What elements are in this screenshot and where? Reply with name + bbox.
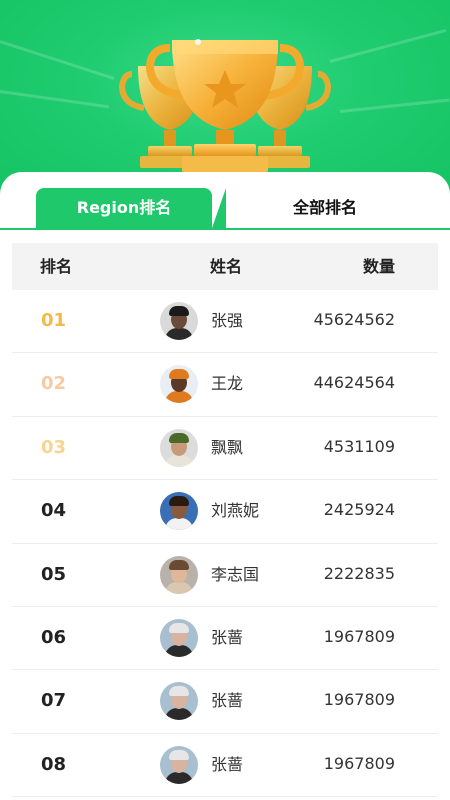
light-ray bbox=[339, 98, 450, 113]
ranking-list: 01 张强 45624562 02 王龙 44624564 03 飘飘 4531… bbox=[12, 290, 438, 798]
avatar-hair bbox=[169, 496, 189, 507]
avatar-hair bbox=[169, 622, 189, 633]
tab-all-ranking[interactable]: 全部排名 bbox=[230, 188, 420, 228]
rank-number: 05 bbox=[41, 563, 67, 585]
column-header-name: 姓名 bbox=[210, 257, 243, 276]
rank-number: 06 bbox=[41, 626, 67, 648]
user-name: 张蔷 bbox=[211, 754, 244, 774]
avatar bbox=[160, 492, 198, 531]
avatar-body bbox=[165, 644, 193, 657]
column-header-count: 数量 bbox=[362, 257, 395, 276]
avatar-hair bbox=[169, 559, 189, 570]
user-name: 张强 bbox=[211, 311, 244, 330]
avatar-body bbox=[165, 518, 193, 531]
avatar bbox=[160, 618, 198, 657]
table-row[interactable]: 01 张强 45624562 bbox=[12, 290, 438, 354]
user-name: 王龙 bbox=[211, 374, 244, 394]
user-name: 张蔷 bbox=[211, 691, 244, 711]
user-name: 刘燕妮 bbox=[211, 501, 260, 521]
avatar bbox=[160, 302, 198, 340]
avatar bbox=[160, 555, 198, 594]
table-header: 排名 姓名 数量 bbox=[12, 243, 438, 290]
avatar bbox=[160, 745, 198, 784]
rank-number: 01 bbox=[41, 310, 67, 331]
user-count: 4531109 bbox=[323, 436, 395, 456]
rank-number: 04 bbox=[41, 500, 67, 522]
tab-region-ranking[interactable]: Region排名 bbox=[36, 188, 226, 228]
light-ray bbox=[0, 40, 115, 81]
table-row[interactable]: 08 张蔷 1967809 bbox=[12, 734, 438, 798]
user-count: 2425924 bbox=[323, 500, 395, 520]
user-name: 飘飘 bbox=[211, 437, 244, 457]
user-name: 李志国 bbox=[211, 564, 260, 584]
rank-number: 07 bbox=[41, 690, 67, 712]
avatar-body bbox=[165, 391, 193, 404]
light-ray bbox=[0, 90, 110, 109]
hero-banner bbox=[0, 0, 450, 200]
table-row[interactable]: 06 张蔷 1967809 bbox=[12, 607, 438, 671]
user-count: 1967809 bbox=[323, 626, 395, 646]
avatar-hair bbox=[169, 369, 189, 380]
avatar-body bbox=[165, 328, 193, 340]
user-count: 45624562 bbox=[313, 310, 395, 329]
user-count: 2222835 bbox=[323, 563, 395, 583]
avatar-hair bbox=[169, 306, 189, 316]
user-name: 张蔷 bbox=[211, 627, 244, 647]
user-count: 1967809 bbox=[323, 690, 395, 710]
avatar-body bbox=[165, 454, 193, 467]
table-row[interactable]: 03 飘飘 4531109 bbox=[12, 417, 438, 481]
column-header-rank: 排名 bbox=[40, 257, 73, 276]
avatar bbox=[160, 428, 198, 467]
avatar-hair bbox=[169, 686, 189, 697]
rank-number: 08 bbox=[41, 753, 67, 775]
avatar-body bbox=[165, 581, 193, 594]
avatar-hair bbox=[169, 432, 189, 443]
leaderboard-page: Region排名 全部排名 排名 姓名 数量 01 张强 45624562 02 bbox=[0, 0, 450, 800]
rank-number: 02 bbox=[41, 373, 67, 395]
table-row[interactable]: 07 张蔷 1967809 bbox=[12, 670, 438, 734]
avatar-body bbox=[165, 771, 193, 784]
table-row[interactable]: 05 李志国 2222835 bbox=[12, 544, 438, 607]
avatar-hair bbox=[169, 749, 189, 760]
light-ray bbox=[329, 28, 447, 63]
table-row[interactable]: 04 刘燕妮 2425924 bbox=[12, 480, 438, 544]
avatar bbox=[160, 682, 198, 721]
avatar-body bbox=[165, 708, 193, 721]
trophy-icon bbox=[110, 26, 340, 176]
rank-number: 03 bbox=[41, 436, 67, 458]
user-count: 44624564 bbox=[313, 373, 395, 393]
table-row[interactable]: 02 王龙 44624564 bbox=[12, 353, 438, 417]
user-count: 1967809 bbox=[323, 753, 395, 773]
ranking-tabs: Region排名 全部排名 bbox=[0, 188, 450, 230]
avatar bbox=[160, 365, 198, 404]
